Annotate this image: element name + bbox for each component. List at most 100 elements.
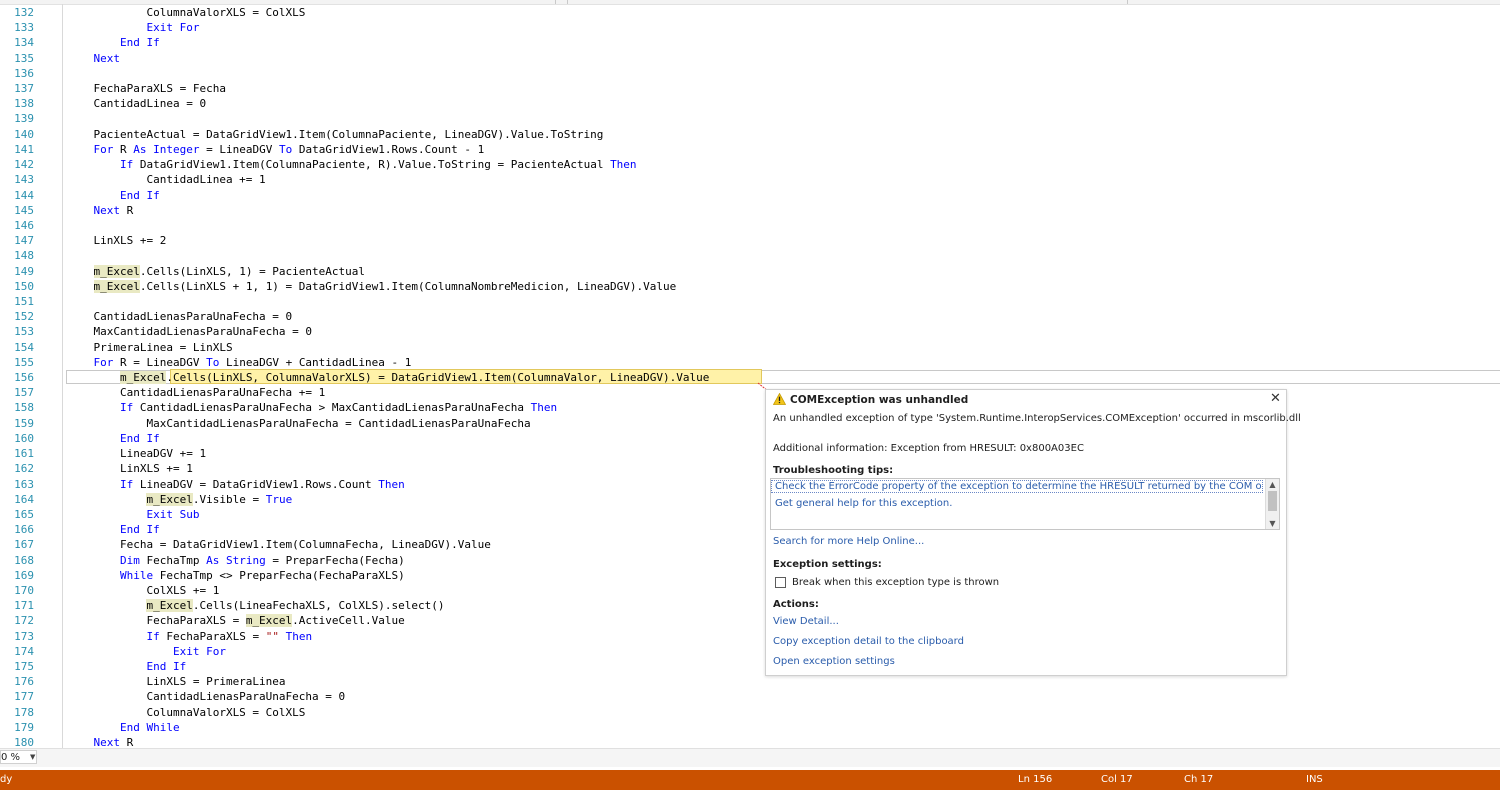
line-number: 168 [14, 553, 34, 567]
code-line[interactable]: 146 [0, 218, 1500, 233]
line-number: 135 [14, 51, 34, 65]
tip-general-help-link[interactable]: Get general help for this exception. [775, 498, 952, 509]
code-text: LinXLS = PrimeraLinea [67, 675, 286, 689]
line-number: 177 [14, 690, 34, 704]
code-text: Exit For [146, 21, 200, 35]
code-line[interactable]: 134 End If [0, 35, 1500, 50]
line-number: 134 [14, 36, 34, 50]
code-text: m_Excel.Cells(LinXLS, 1) = PacienteActua… [93, 264, 366, 278]
code-text: End If [119, 36, 160, 50]
code-text: Exit For [172, 644, 226, 658]
line-number: 158 [14, 401, 34, 415]
line-number: 153 [14, 325, 34, 339]
code-line[interactable]: 136 [0, 66, 1500, 81]
code-line[interactable]: 142 If DataGridView1.Item(ColumnaPacient… [0, 157, 1500, 172]
code-line[interactable]: 180 Next R [0, 735, 1500, 748]
code-text: Dim FechaTmp As String = PreparFecha(Fec… [119, 553, 405, 567]
tips-scrollbar[interactable]: ▲ ▼ [1265, 479, 1279, 529]
code-text: If LineaDGV = DataGridView1.Rows.Count T… [119, 477, 405, 491]
code-line[interactable]: 179 End While [0, 720, 1500, 735]
code-line[interactable]: 178 ColumnaValorXLS = ColXLS [0, 705, 1500, 720]
line-number: 151 [14, 294, 34, 308]
line-number: 161 [14, 447, 34, 461]
code-line[interactable]: 151 [0, 294, 1500, 309]
line-number: 159 [14, 416, 34, 430]
code-text: LineaDGV += 1 [67, 447, 207, 461]
code-text: For R As Integer = LineaDGV To DataGridV… [93, 142, 485, 156]
chevron-down-icon[interactable]: ▼ [30, 753, 35, 761]
line-number: 146 [14, 218, 34, 232]
close-icon[interactable]: ✕ [1270, 391, 1281, 406]
code-line[interactable]: 154 PrimeraLinea = LinXLS [0, 340, 1500, 355]
line-number: 144 [14, 188, 34, 202]
code-text: Fecha = DataGridView1.Item(ColumnaFecha,… [67, 538, 491, 552]
code-text: FechaParaXLS = m_Excel.ActiveCell.Value [67, 614, 405, 628]
line-number: 170 [14, 583, 34, 597]
code-line[interactable]: 147 LinXLS += 2 [0, 233, 1500, 248]
warning-icon [773, 393, 786, 405]
line-number: 150 [14, 279, 34, 293]
code-line[interactable]: 143 CantidadLinea += 1 [0, 172, 1500, 187]
scroll-up-icon[interactable]: ▲ [1266, 479, 1279, 490]
code-line[interactable]: 177 CantidadLienasParaUnaFecha = 0 [0, 689, 1500, 704]
code-line[interactable]: 153 MaxCantidadLienasParaUnaFecha = 0 [0, 324, 1500, 339]
code-line[interactable]: 139 [0, 111, 1500, 126]
line-number: 149 [14, 264, 34, 278]
code-line[interactable]: 141 For R As Integer = LineaDGV To DataG… [0, 142, 1500, 157]
code-line[interactable]: 145 Next R [0, 203, 1500, 218]
code-line[interactable]: 138 CantidadLinea = 0 [0, 96, 1500, 111]
open-exception-settings-link[interactable]: Open exception settings [773, 656, 895, 667]
exception-settings-heading: Exception settings: [773, 559, 882, 570]
exception-title: COMException was unhandled [790, 394, 969, 406]
code-line[interactable]: 176 LinXLS = PrimeraLinea [0, 674, 1500, 689]
code-text: ColumnaValorXLS = ColXLS [67, 6, 306, 19]
search-help-online-link[interactable]: Search for more Help Online... [773, 536, 924, 547]
code-text: PacienteActual = DataGridView1.Item(Colu… [67, 127, 604, 141]
scroll-down-icon[interactable]: ▼ [1266, 518, 1279, 529]
break-on-exception-checkbox[interactable] [775, 577, 786, 588]
code-line[interactable]: 148 [0, 248, 1500, 263]
code-line[interactable]: 156 m_Excel.Cells(LinXLS, ColumnaValorXL… [0, 370, 1500, 385]
code-line[interactable]: 144 End If [0, 188, 1500, 203]
code-text: End While [119, 720, 180, 734]
line-number: 165 [14, 507, 34, 521]
code-line[interactable]: 149 m_Excel.Cells(LinXLS, 1) = PacienteA… [0, 264, 1500, 279]
line-number: 139 [14, 112, 34, 126]
code-line[interactable]: 135 Next [0, 51, 1500, 66]
code-line[interactable]: 133 Exit For [0, 20, 1500, 35]
line-number: 133 [14, 21, 34, 35]
code-text: Next R [93, 736, 134, 748]
tip-errorcode-link[interactable]: Check the ErrorCode property of the exce… [771, 480, 1263, 493]
copy-exception-detail-link[interactable]: Copy exception detail to the clipboard [773, 636, 964, 647]
code-line[interactable]: 137 FechaParaXLS = Fecha [0, 81, 1500, 96]
break-on-exception-label[interactable]: Break when this exception type is thrown [792, 577, 999, 588]
line-number: 141 [14, 142, 34, 156]
actions-heading: Actions: [773, 599, 819, 610]
code-line[interactable]: 150 m_Excel.Cells(LinXLS + 1, 1) = DataG… [0, 279, 1500, 294]
code-text: Exit Sub [146, 507, 200, 521]
code-line[interactable]: 132 ColumnaValorXLS = ColXLS [0, 5, 1500, 20]
line-number: 171 [14, 599, 34, 613]
line-number: 164 [14, 492, 34, 506]
line-number: 148 [14, 249, 34, 263]
troubleshooting-tips-heading: Troubleshooting tips: [773, 465, 894, 476]
code-line[interactable]: 152 CantidadLienasParaUnaFecha = 0 [0, 309, 1500, 324]
scroll-thumb[interactable] [1268, 491, 1277, 511]
view-detail-link[interactable]: View Detail... [773, 616, 839, 627]
code-text: m_Excel.Cells(LinXLS, ColumnaValorXLS) =… [119, 371, 710, 385]
code-text: m_Excel.Visible = True [146, 492, 293, 506]
line-number: 169 [14, 568, 34, 582]
line-number: 140 [14, 127, 34, 141]
exception-helper-dialog: COMException was unhandled ✕ An unhandle… [765, 389, 1301, 676]
line-number: 174 [14, 644, 34, 658]
zoom-dropdown[interactable]: 0 % ▼ [0, 750, 37, 764]
code-text: End If [119, 523, 160, 537]
code-text: ColXLS += 1 [67, 583, 220, 597]
line-number: 157 [14, 386, 34, 400]
line-number: 136 [14, 66, 34, 80]
code-line[interactable]: 140 PacienteActual = DataGridView1.Item(… [0, 127, 1500, 142]
line-number: 176 [14, 675, 34, 689]
status-ready-text: dy [0, 774, 13, 785]
line-number: 167 [14, 538, 34, 552]
code-line[interactable]: 155 For R = LineaDGV To LineaDGV + Canti… [0, 355, 1500, 370]
